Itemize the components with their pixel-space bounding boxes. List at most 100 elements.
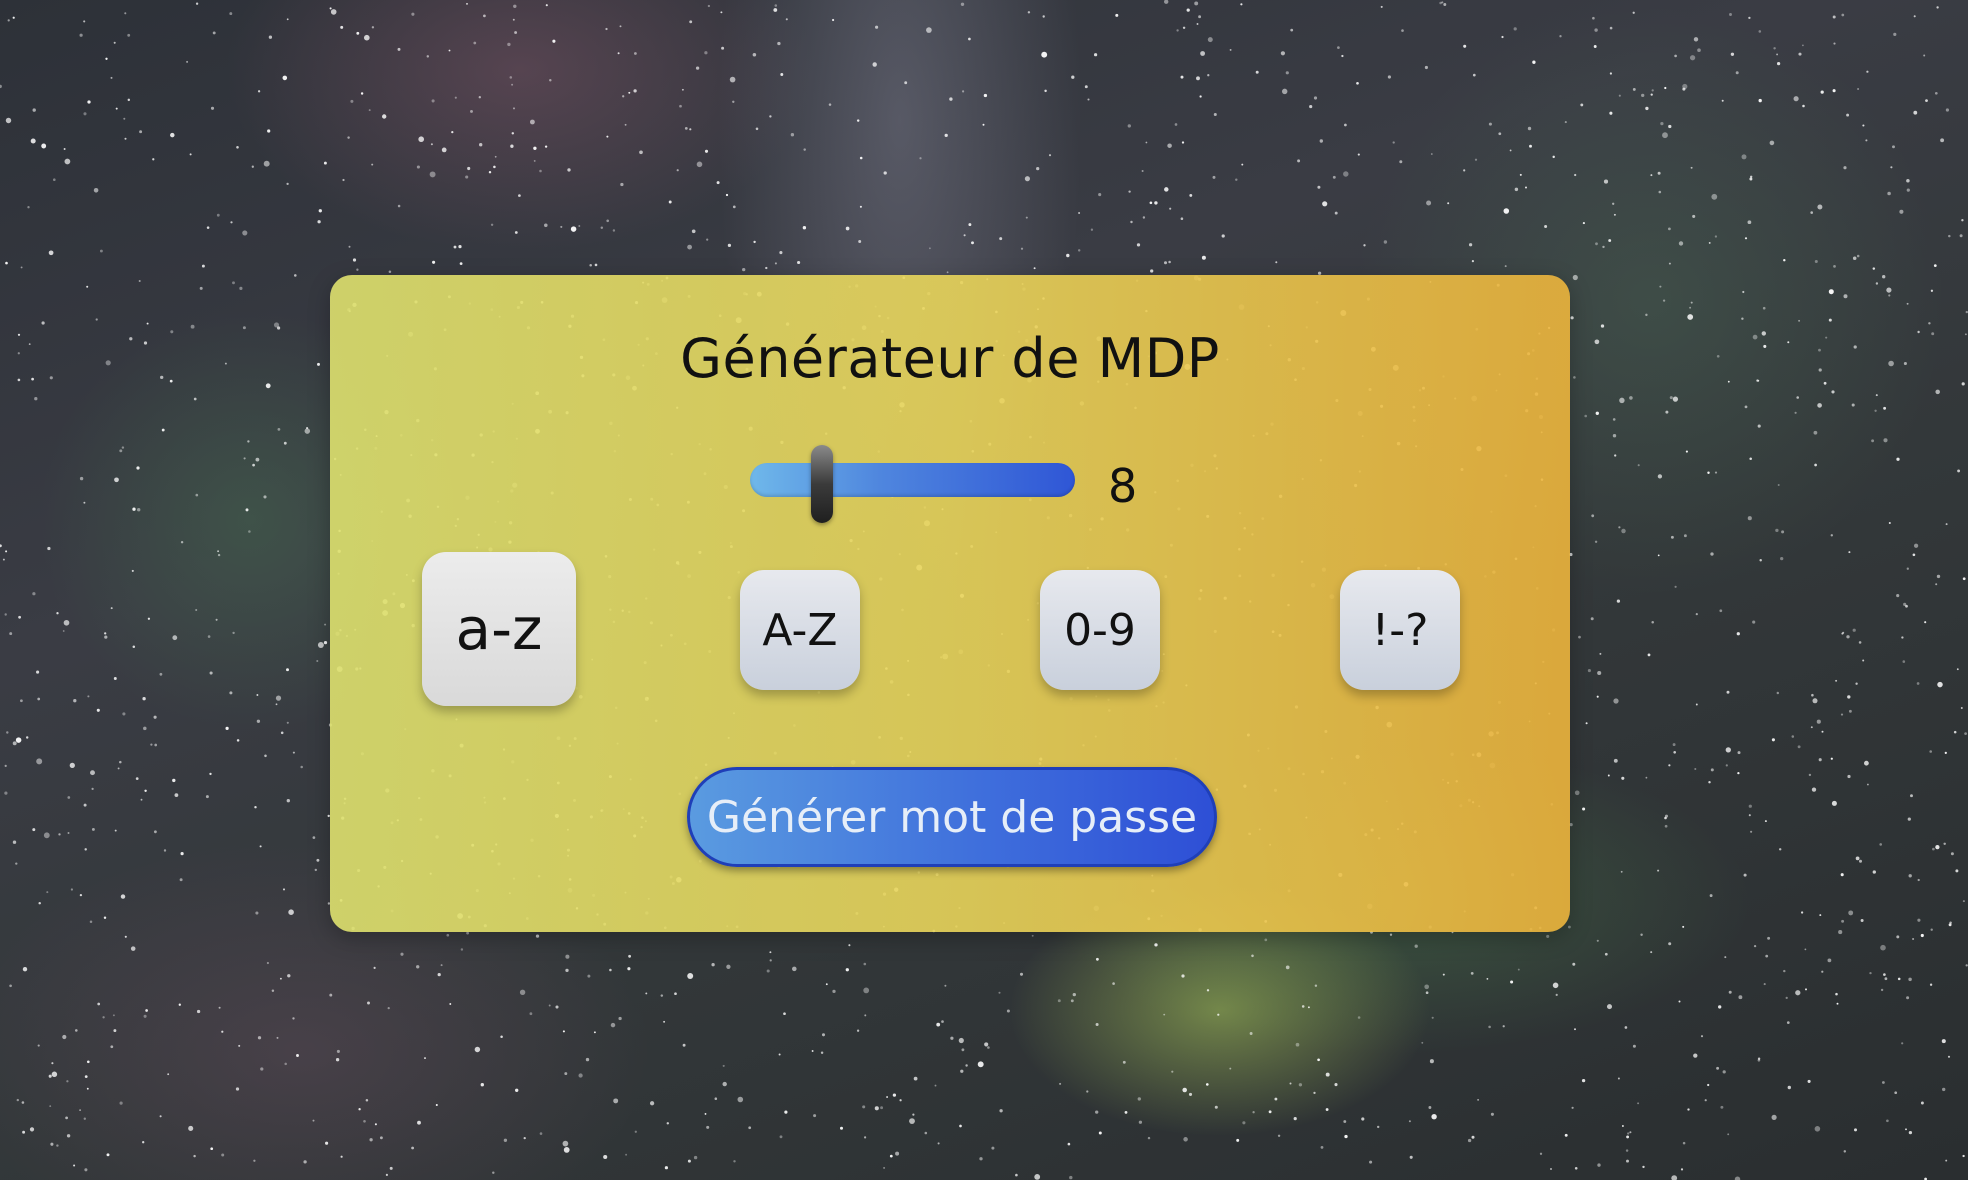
star <box>1857 87 1860 91</box>
star <box>1189 193 1193 197</box>
star <box>1747 516 1752 521</box>
star <box>102 1016 105 1019</box>
star <box>1650 951 1653 954</box>
star <box>129 337 133 341</box>
star <box>689 20 693 24</box>
star <box>1672 743 1676 747</box>
star <box>53 178 56 181</box>
star <box>1571 1106 1574 1109</box>
star <box>1289 1082 1292 1085</box>
star <box>16 1098 19 1102</box>
star <box>944 133 948 138</box>
star <box>858 240 862 243</box>
star <box>1841 632 1844 635</box>
star <box>275 695 282 701</box>
star <box>446 933 450 937</box>
star <box>145 1009 148 1012</box>
star <box>259 845 262 848</box>
star <box>1595 242 1598 246</box>
star <box>1787 341 1790 344</box>
star <box>1847 774 1851 779</box>
star <box>862 1105 866 1109</box>
star <box>229 12 233 16</box>
digits-toggle-button[interactable]: 0-9 <box>1040 570 1160 690</box>
star <box>90 770 95 776</box>
star <box>1941 1039 1946 1044</box>
star <box>1929 750 1932 753</box>
generate-password-button[interactable]: Générer mot de passe <box>687 767 1217 867</box>
star <box>1182 26 1186 30</box>
symbols-toggle-button[interactable]: !-? <box>1340 570 1460 690</box>
star <box>1901 1042 1904 1045</box>
star <box>1077 249 1081 252</box>
star <box>1124 1110 1128 1114</box>
star <box>1913 543 1919 548</box>
star <box>330 9 337 15</box>
star <box>687 1159 691 1163</box>
star <box>218 1006 221 1009</box>
star <box>1295 1042 1300 1047</box>
star <box>509 76 513 79</box>
star <box>634 52 637 55</box>
star <box>612 229 616 232</box>
star <box>1786 1021 1790 1024</box>
star <box>1757 379 1760 382</box>
length-slider-track[interactable] <box>750 463 1075 497</box>
star <box>1830 534 1833 537</box>
star <box>1181 974 1185 978</box>
star <box>790 133 795 137</box>
star <box>1843 1150 1847 1153</box>
star <box>36 670 40 674</box>
star <box>1721 99 1724 102</box>
star <box>1112 982 1115 985</box>
lowercase-toggle-button[interactable]: a-z <box>422 552 576 706</box>
star <box>312 1119 315 1122</box>
star <box>628 954 632 958</box>
star <box>1899 209 1904 214</box>
length-slider-thumb[interactable] <box>811 445 833 523</box>
star <box>1597 670 1602 676</box>
star <box>1399 160 1403 164</box>
length-slider[interactable]: 8 <box>750 445 1137 523</box>
star <box>519 989 526 995</box>
star <box>1490 1112 1494 1116</box>
star <box>79 893 83 897</box>
star <box>689 128 692 131</box>
star <box>105 360 111 366</box>
star <box>603 1154 608 1160</box>
uppercase-toggle-button[interactable]: A-Z <box>740 570 860 690</box>
star <box>79 33 83 37</box>
star <box>766 969 770 973</box>
star <box>106 1153 110 1157</box>
star <box>1376 1125 1380 1129</box>
star <box>1887 191 1891 196</box>
star <box>904 81 908 85</box>
star <box>212 31 216 35</box>
star <box>1196 76 1200 81</box>
star <box>1800 911 1804 914</box>
star <box>1095 1110 1099 1114</box>
star <box>1176 29 1179 32</box>
star <box>83 112 87 116</box>
star <box>424 1057 426 1060</box>
star <box>122 712 126 716</box>
star <box>863 987 870 994</box>
star <box>4 764 7 768</box>
star <box>1574 790 1580 796</box>
star <box>1510 980 1514 984</box>
star <box>991 1146 995 1150</box>
star <box>1214 1105 1218 1109</box>
star <box>1207 37 1213 43</box>
star <box>1669 396 1673 400</box>
star <box>1923 54 1926 57</box>
star <box>86 1087 89 1090</box>
star <box>1862 124 1865 127</box>
star <box>1613 698 1619 704</box>
star <box>821 1033 826 1037</box>
star <box>960 1069 964 1073</box>
star <box>618 1016 622 1021</box>
star <box>1474 158 1478 161</box>
star <box>1711 193 1718 200</box>
star <box>1196 23 1199 25</box>
star <box>733 1160 736 1163</box>
